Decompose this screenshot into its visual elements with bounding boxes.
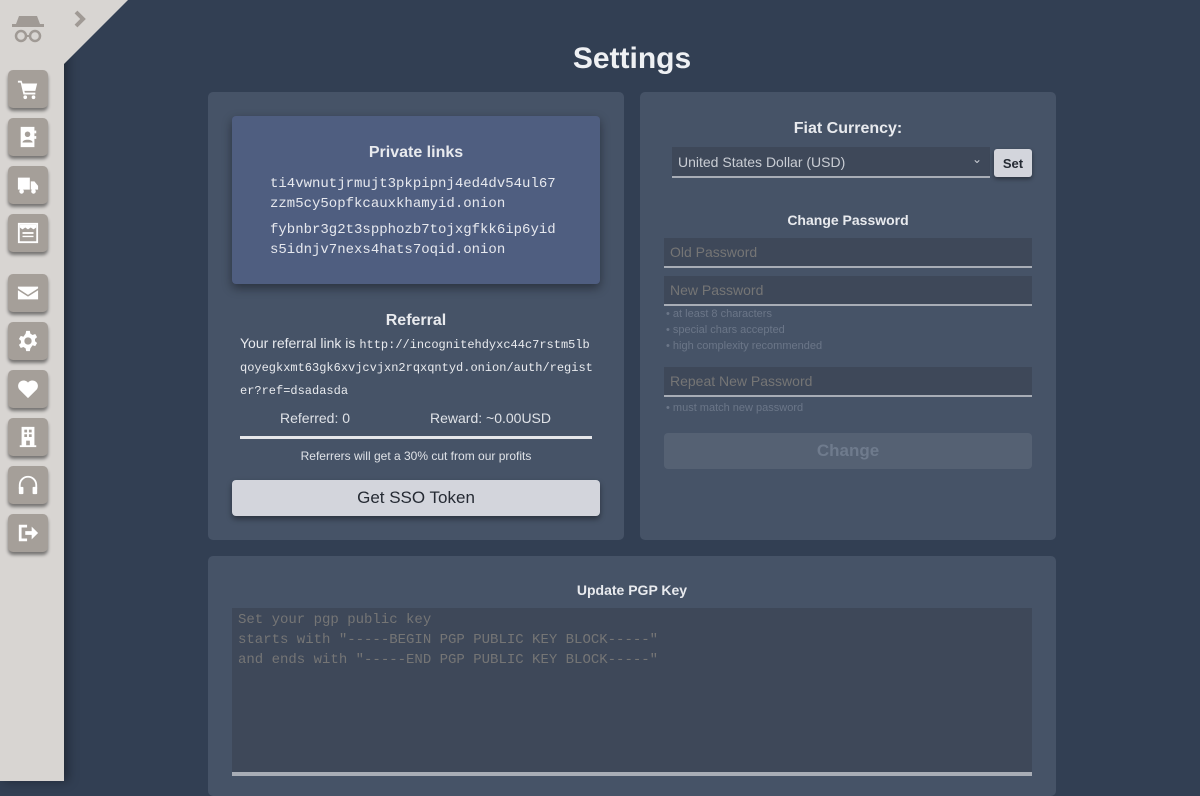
password-hint: • special chars accepted xyxy=(666,324,785,336)
old-password-input[interactable] xyxy=(664,238,1032,268)
links-referral-card: Private links ti4vwnutjrmujt3pkpipnj4ed4… xyxy=(208,92,624,540)
sidebar-toggle-button[interactable] xyxy=(60,0,130,64)
receipt-icon xyxy=(17,222,39,244)
heart-icon xyxy=(18,380,38,399)
sidebar xyxy=(0,0,64,781)
page-title: Settings xyxy=(572,42,692,75)
currency-select[interactable]: United States Dollar (USD) ⌄ xyxy=(672,147,990,178)
set-currency-button[interactable]: Set xyxy=(994,149,1032,177)
pgp-title: Update PGP Key xyxy=(576,582,688,598)
repeat-password-input[interactable] xyxy=(664,367,1032,397)
headphones-icon xyxy=(18,475,38,495)
gear-icon xyxy=(18,330,38,352)
building-icon xyxy=(19,426,37,448)
truck-icon xyxy=(17,177,39,194)
envelope-icon xyxy=(17,286,39,300)
referred-count: Referred: 0 xyxy=(280,410,351,426)
nav-messages-button[interactable] xyxy=(8,274,48,312)
private-links-title: Private links xyxy=(368,144,464,161)
currency-selected: United States Dollar (USD) xyxy=(678,154,846,170)
nav-shipping-button[interactable] xyxy=(8,166,48,204)
pgp-key-textarea[interactable] xyxy=(232,608,1032,776)
private-link[interactable]: ti4vwnutjrmujt3pkpipnj4ed4dv54ul67zzm5cy… xyxy=(232,174,600,214)
referral-prefix: Your referral link is xyxy=(240,335,360,351)
referral-title: Referral xyxy=(385,312,447,329)
nav-contacts-button[interactable] xyxy=(8,118,48,156)
private-links-box: Private links ti4vwnutjrmujt3pkpipnj4ed4… xyxy=(232,116,600,284)
fiat-currency-title: Fiat Currency: xyxy=(793,120,903,137)
chevron-down-icon: ⌄ xyxy=(971,152,982,166)
new-password-input[interactable] xyxy=(664,276,1032,306)
password-hint: • high complexity recommended xyxy=(666,340,823,352)
nav-orders-button[interactable] xyxy=(8,214,48,252)
logout-icon xyxy=(18,524,39,542)
repeat-password-hint: • must match new password xyxy=(666,402,804,414)
change-password-button[interactable]: Change xyxy=(664,433,1032,469)
password-hint: • at least 8 characters xyxy=(666,308,772,320)
nav-cart-button[interactable] xyxy=(8,70,48,108)
incognito-logo-icon xyxy=(12,16,44,43)
pgp-card: Update PGP Key xyxy=(208,556,1056,796)
nav-logout-button[interactable] xyxy=(8,514,48,552)
divider xyxy=(240,436,592,439)
private-link[interactable]: fybnbr3g2t3spphozb7tojxgfkk6ip6yids5idnj… xyxy=(232,220,600,260)
referral-text: Your referral link is http://incognitehd… xyxy=(240,333,596,402)
nav-support-button[interactable] xyxy=(8,466,48,504)
referral-reward: Reward: ~0.00USD xyxy=(430,410,552,426)
nav-favorites-button[interactable] xyxy=(8,370,48,408)
account-settings-card: Fiat Currency: United States Dollar (USD… xyxy=(640,92,1056,540)
cart-icon xyxy=(17,80,38,100)
change-password-title: Change Password xyxy=(787,212,909,228)
referral-note: Referrers will get a 30% cut from our pr… xyxy=(300,449,532,463)
nav-vendor-button[interactable] xyxy=(8,418,48,456)
contacts-icon xyxy=(20,126,37,148)
nav-settings-button[interactable] xyxy=(8,322,48,360)
get-sso-token-button[interactable]: Get SSO Token xyxy=(232,480,600,516)
